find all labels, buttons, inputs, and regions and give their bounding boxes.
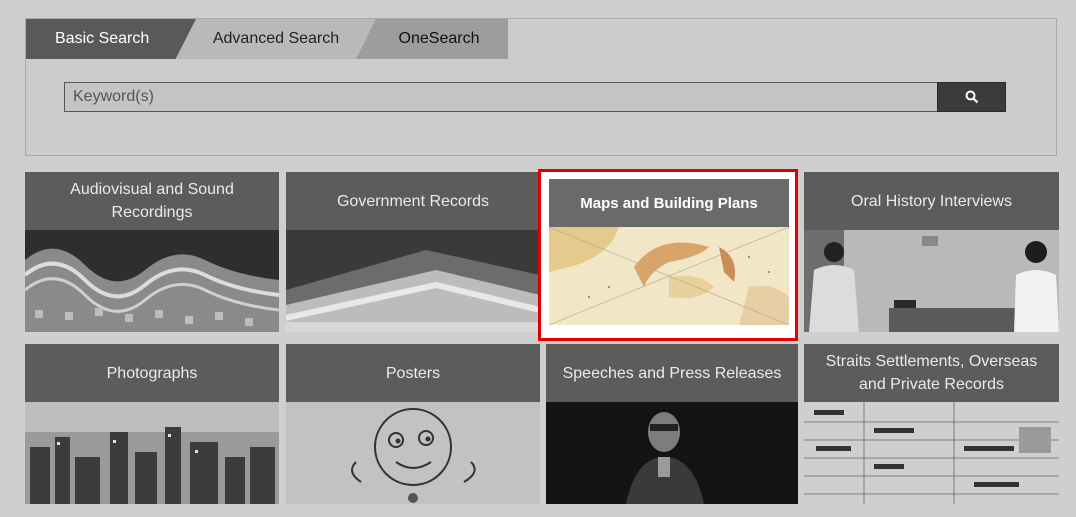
category-audiovisual[interactable]: Audiovisual and Sound Recordings [25, 172, 279, 332]
category-label: Oral History Interviews [804, 172, 1059, 230]
category-label: Government Records [286, 172, 540, 230]
category-label: Audiovisual and Sound Recordings [25, 172, 279, 230]
category-posters[interactable]: Posters [286, 344, 540, 504]
category-photographs[interactable]: Photographs [25, 344, 279, 504]
oral-history-thumbnail [804, 230, 1059, 332]
tab-basic-search[interactable]: Basic Search [26, 19, 196, 59]
straits-records-thumbnail [804, 402, 1059, 504]
keyword-input[interactable] [64, 82, 938, 112]
search-button[interactable] [937, 82, 1006, 112]
government-records-thumbnail [286, 230, 540, 332]
category-maps-building-plans[interactable]: Maps and Building Plans [541, 172, 797, 338]
tab-onesearch-label: OneSearch [398, 30, 480, 47]
posters-thumbnail [286, 402, 540, 504]
tab-basic-search-label: Basic Search [55, 30, 150, 47]
maps-thumbnail [549, 227, 789, 325]
category-straits-settlements[interactable]: Straits Settlements, Overseas and Privat… [804, 344, 1059, 504]
tab-advanced-search[interactable]: Advanced Search [176, 19, 376, 59]
category-label: Posters [286, 344, 540, 402]
category-label: Straits Settlements, Overseas and Privat… [804, 344, 1059, 402]
audiovisual-thumbnail [25, 230, 279, 332]
category-speeches[interactable]: Speeches and Press Releases [546, 344, 798, 504]
category-label: Maps and Building Plans [549, 179, 789, 227]
search-panel: OneSearch Advanced Search Basic Search [25, 18, 1057, 156]
tab-end-cap [483, 19, 508, 59]
search-icon [965, 90, 978, 104]
photographs-thumbnail [25, 402, 279, 504]
speeches-thumbnail [546, 402, 798, 504]
category-oral-history[interactable]: Oral History Interviews [804, 172, 1059, 332]
category-label: Speeches and Press Releases [546, 344, 798, 402]
category-label: Photographs [25, 344, 279, 402]
tab-advanced-search-label: Advanced Search [212, 30, 340, 47]
category-government-records[interactable]: Government Records [286, 172, 540, 332]
